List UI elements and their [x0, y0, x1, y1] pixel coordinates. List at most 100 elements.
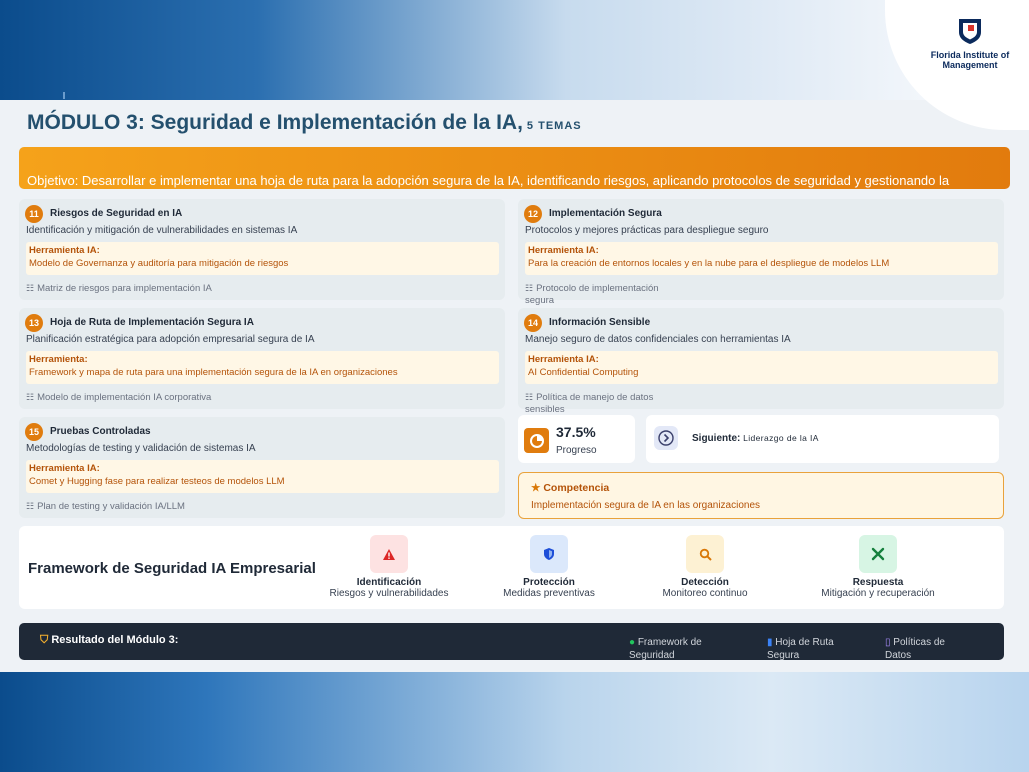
framework-item-label: Protección: [523, 577, 575, 588]
page-title-main: MÓDULO 3: Seguridad e Implementación de …: [27, 111, 523, 134]
next-module-text: Siguiente: Liderazgo de la IA: [692, 433, 819, 444]
result-item-framework: ● Framework de Seguridad: [629, 636, 724, 660]
tool-value: AI Confidential Computing: [528, 367, 639, 378]
document-icon: ▯: [885, 637, 891, 648]
logo-shield-icon: [959, 19, 981, 44]
topic-title: Información Sensible: [549, 317, 651, 328]
list-icon: ☷: [525, 283, 534, 293]
chevron-right-icon[interactable]: [654, 426, 678, 450]
topic-title: Hoja de Ruta de Implementación Segura IA: [50, 317, 254, 328]
topic-number: 11: [25, 205, 43, 223]
logo-text: Florida Institute of Management: [930, 50, 1010, 70]
topic-tool: Herramienta IA: Modelo de Governanza y a…: [26, 242, 499, 275]
shield-icon: ⛉: [40, 634, 49, 646]
framework-item-respuesta: Respuesta Mitigación y recuperación: [798, 535, 958, 599]
objective-banner: Objetivo: Desarrollar e implementar una …: [19, 147, 1010, 189]
framework-item-sub: Mitigación y recuperación: [821, 588, 935, 599]
topic-description: Identificación y mitigación de vulnerabi…: [26, 225, 298, 236]
topic-deliverable: ☷ Modelo de implementación IA corporativa: [26, 391, 326, 404]
progress-card: 37.5% Progreso: [518, 415, 635, 463]
module-result-bar: ⛉ Resultado del Módulo 3: ● Framework de…: [19, 623, 1004, 660]
shield-icon: [530, 535, 568, 573]
framework-title: Framework de Seguridad IA Empresarial: [28, 560, 316, 577]
framework-item-deteccion: Detección Monitoreo continuo: [625, 535, 785, 599]
security-framework: Framework de Seguridad IA Empresarial Id…: [19, 526, 1004, 609]
decorative-line: [63, 92, 65, 99]
next-label: Siguiente:: [692, 433, 741, 444]
framework-item-label: Detección: [681, 577, 729, 588]
tool-value: Framework y mapa de ruta para una implem…: [29, 367, 398, 378]
list-icon: ☷: [525, 392, 534, 402]
topic-card-13: 13 Hoja de Ruta de Implementación Segura…: [19, 308, 505, 409]
deliverable-text: Política de manejo de datos sensibles: [525, 392, 654, 415]
topic-card-14: 14 Información Sensible Manejo seguro de…: [518, 308, 1004, 415]
progress-value: 37.5%: [556, 424, 596, 440]
topic-deliverable: ☷ Política de manejo de datos sensibles: [525, 391, 685, 416]
check-circle-icon: ●: [629, 637, 636, 648]
result-title: ⛉ Resultado del Módulo 3:: [40, 634, 178, 647]
tool-label: Herramienta IA:: [29, 463, 100, 474]
topic-card-12: 12 Implementación Segura Protocolos y me…: [518, 199, 1004, 306]
deliverable-text: Plan de testing y validación IA/LLM: [37, 501, 185, 512]
topic-description: Protocolos y mejores prácticas para desp…: [525, 225, 769, 236]
framework-item-sub: Monitoreo continuo: [662, 588, 748, 599]
competence-card: ★ Competencia Implementación segura de I…: [518, 472, 1004, 519]
result-item-label: Framework de Seguridad: [629, 637, 702, 660]
tool-value: Modelo de Governanza y auditoría para mi…: [29, 258, 289, 269]
deliverable-text: Modelo de implementación IA corporativa: [37, 392, 212, 403]
header-band: [0, 0, 1029, 100]
page-title-topics: 5 TEMAS: [526, 120, 582, 132]
topic-number: 15: [25, 423, 43, 441]
tools-icon: [859, 535, 897, 573]
topic-description: Metodologías de testing y validación de …: [26, 443, 256, 454]
framework-item-sub: Riesgos y vulnerabilidades: [329, 588, 449, 599]
topic-number: 14: [524, 314, 542, 332]
topic-deliverable: ☷ Protocolo de implementación segura: [525, 282, 690, 307]
topic-title: Pruebas Controladas: [50, 426, 151, 437]
next-module-card[interactable]: Siguiente: Liderazgo de la IA: [646, 415, 999, 463]
list-icon: ☷: [26, 501, 35, 511]
topic-number: 12: [524, 205, 542, 223]
progress-label: Progreso: [556, 445, 597, 456]
topic-number: 13: [25, 314, 43, 332]
topic-tool: Herramienta: Framework y mapa de ruta pa…: [26, 351, 499, 384]
map-icon: ▮: [767, 637, 773, 648]
framework-item-identificacion: Identificación Riesgos y vulnerabilidade…: [309, 535, 469, 599]
topic-title: Implementación Segura: [549, 208, 662, 219]
competence-title-text: Competencia: [543, 482, 610, 494]
result-item-roadmap: ▮ Hoja de Ruta Segura: [767, 636, 852, 660]
deliverable-text: Matriz de riesgos para implementación IA: [37, 283, 212, 294]
framework-item-label: Identificación: [356, 577, 422, 588]
deliverable-text: Protocolo de implementación segura: [525, 283, 659, 306]
topic-description: Planificación estratégica para adopción …: [26, 334, 315, 345]
tool-label: Herramienta:: [29, 354, 88, 365]
framework-item-proteccion: Protección Medidas preventivas: [469, 535, 629, 599]
search-icon: [686, 535, 724, 573]
topic-description: Manejo seguro de datos confidenciales co…: [525, 334, 791, 345]
tool-label: Herramienta IA:: [528, 354, 599, 365]
topic-card-15: 15 Pruebas Controladas Metodologías de t…: [19, 417, 505, 518]
list-icon: ☷: [26, 392, 35, 402]
tool-value: Comet y Hugging fase para realizar teste…: [29, 476, 285, 487]
topic-tool: Herramienta IA: AI Confidential Computin…: [525, 351, 998, 384]
footer-band: [0, 672, 1029, 772]
tool-label: Herramienta IA:: [29, 245, 100, 256]
topic-deliverable: ☷ Plan de testing y validación IA/LLM: [26, 500, 326, 513]
topic-tool: Herramienta IA: Comet y Hugging fase par…: [26, 460, 499, 493]
warning-icon: [370, 535, 408, 573]
pie-chart-icon: [524, 428, 549, 453]
result-title-text: Resultado del Módulo 3:: [51, 634, 179, 646]
tool-value: Para la creación de entornos locales y e…: [528, 258, 890, 269]
page-title: MÓDULO 3: Seguridad e Implementación de …: [27, 111, 582, 135]
topic-title: Riesgos de Seguridad en IA: [50, 208, 183, 219]
competence-value: Implementación segura de IA en las organ…: [531, 500, 761, 511]
tool-label: Herramienta IA:: [528, 245, 599, 256]
list-icon: ☷: [26, 283, 35, 293]
result-item-label: Políticas de Datos: [885, 637, 945, 660]
topic-deliverable: ☷ Matriz de riesgos para implementación I…: [26, 282, 326, 295]
framework-item-sub: Medidas preventivas: [503, 588, 595, 599]
result-item-policies: ▯ Políticas de Datos: [885, 636, 970, 660]
topic-tool: Herramienta IA: Para la creación de ento…: [525, 242, 998, 275]
next-value: Liderazgo de la IA: [743, 433, 819, 443]
competence-title: ★ Competencia: [531, 482, 609, 494]
